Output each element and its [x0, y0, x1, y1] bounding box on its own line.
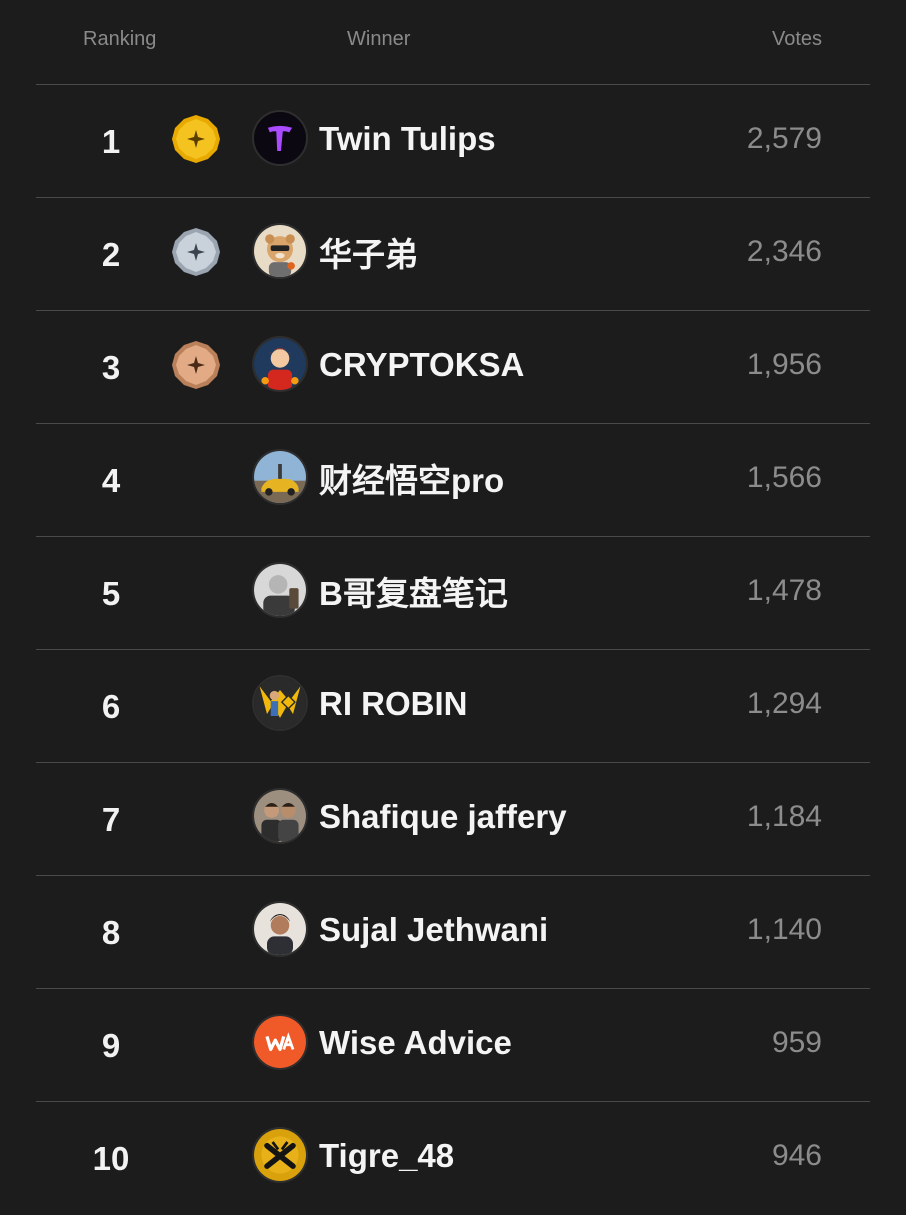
winner-name: Wise Advice: [319, 1024, 512, 1061]
leaderboard-header: Ranking Winner Votes: [0, 0, 906, 84]
car-photo-avatar-icon: [252, 449, 308, 505]
bronze-medal-icon: [172, 341, 220, 389]
vote-count: 1,140: [746, 913, 822, 946]
rank-number: 1: [101, 122, 121, 160]
two-people-avatar-icon: [252, 788, 308, 844]
gold-medal-icon: [172, 115, 220, 163]
vote-count: 2,346: [746, 235, 822, 268]
vote-count: 1,478: [746, 574, 822, 607]
rank-number: 10: [92, 1139, 130, 1177]
leaderboard-row[interactable]: 3 CRYPTOKSA 1,956: [36, 310, 870, 423]
leaderboard-row[interactable]: 2 华子弟 2,346: [36, 197, 870, 310]
leaderboard-row[interactable]: 7 Shafique jaffery 1,184: [36, 762, 870, 875]
vote-count: 946: [771, 1139, 822, 1172]
winner-name: B哥复盘笔记: [319, 575, 508, 612]
leaderboard-row[interactable]: 5 B哥复盘笔记 1,478: [36, 536, 870, 649]
tigre-logo-avatar-icon: [252, 1127, 308, 1183]
twin-tulips-logo-icon: [252, 110, 308, 166]
leaderboard-row[interactable]: 8 Sujal Jethwani 1,140: [36, 875, 870, 988]
rank-number: 6: [101, 687, 121, 725]
silver-medal-icon: [172, 228, 220, 276]
vote-count: 959: [771, 1026, 822, 1059]
leaderboard-row[interactable]: 6 RI ROBIN 1,294: [36, 649, 870, 762]
winner-name: Tigre_48: [319, 1137, 455, 1174]
vote-count: 1,956: [746, 348, 822, 381]
ranking-column-header: Ranking: [83, 28, 157, 50]
vote-count: 1,294: [746, 687, 822, 720]
character-avatar-icon: [252, 336, 308, 392]
leaderboard-row[interactable]: 9 Wise Advice 959: [36, 988, 870, 1101]
leaderboard-list: 1 Twin Tulips 2,579 2 华子弟 2,346 3 CRYPTO…: [0, 84, 906, 1214]
vote-count: 1,566: [746, 461, 822, 494]
vote-count: 2,579: [746, 122, 822, 155]
winner-name: CRYPTOKSA: [319, 346, 525, 383]
leaderboard-row[interactable]: 10 Tigre_48 946: [36, 1101, 870, 1214]
person-photo-avatar-icon: [252, 901, 308, 957]
votes-column-header: Votes: [771, 28, 822, 50]
wa-logo-avatar-icon: [252, 1014, 308, 1070]
winner-name: 华子弟: [319, 236, 418, 273]
rank-number: 3: [101, 348, 121, 386]
leaderboard-row[interactable]: 4 财经悟空pro 1,566: [36, 423, 870, 536]
binance-avatar-icon: [252, 675, 308, 731]
leaderboard-row[interactable]: 1 Twin Tulips 2,579: [36, 84, 870, 197]
winner-name: Shafique jaffery: [319, 798, 567, 835]
winner-name: RI ROBIN: [319, 685, 468, 722]
winner-name: Twin Tulips: [319, 120, 496, 157]
rank-number: 7: [101, 800, 121, 838]
winner-name: 财经悟空pro: [319, 462, 505, 499]
rank-number: 5: [101, 574, 121, 612]
rank-number: 4: [101, 461, 121, 499]
vote-count: 1,184: [746, 800, 822, 833]
winner-column-header: Winner: [347, 28, 411, 50]
bear-avatar-icon: [252, 223, 308, 279]
portrait-photo-avatar-icon: [252, 562, 308, 618]
rank-number: 8: [101, 913, 121, 951]
rank-number: 9: [101, 1026, 121, 1064]
winner-name: Sujal Jethwani: [319, 911, 549, 948]
rank-number: 2: [101, 235, 121, 273]
